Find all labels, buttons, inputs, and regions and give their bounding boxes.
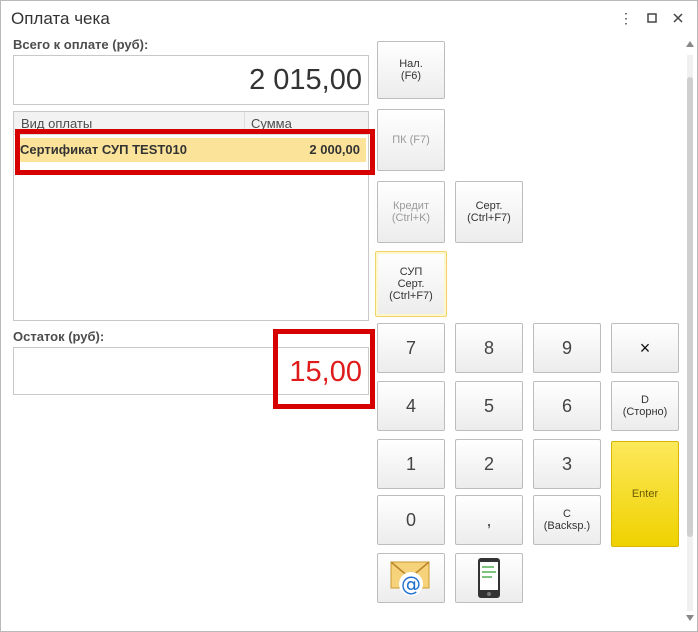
phone-button[interactable]	[455, 553, 523, 603]
key-6[interactable]: 6	[533, 381, 601, 431]
key-1[interactable]: 1	[377, 439, 445, 489]
email-at-icon: @	[390, 561, 430, 596]
maximize-icon[interactable]	[643, 9, 661, 27]
cash-button[interactable]: Нал. (F6)	[377, 41, 445, 99]
total-label: Всего к оплате (руб):	[13, 37, 149, 52]
clear-button[interactable]: ×	[611, 323, 679, 373]
enter-button[interactable]: Enter	[611, 441, 679, 547]
scroll-down-icon[interactable]	[686, 615, 694, 621]
annotation-box-row	[15, 129, 375, 175]
title-bar: Оплата чека ⋮	[1, 1, 697, 37]
vertical-scrollbar[interactable]	[685, 37, 695, 629]
mobile-phone-icon	[478, 558, 500, 598]
key-9[interactable]: 9	[533, 323, 601, 373]
card-button[interactable]: ПК (F7)	[377, 109, 445, 171]
svg-text:@: @	[401, 572, 421, 596]
key-comma[interactable]: ,	[455, 495, 523, 545]
total-field[interactable]: 2 015,00	[13, 55, 369, 105]
key-7[interactable]: 7	[377, 323, 445, 373]
scroll-thumb[interactable]	[687, 77, 693, 537]
dialog-title: Оплата чека	[11, 9, 110, 28]
key-2[interactable]: 2	[455, 439, 523, 489]
cert-button[interactable]: Серт. (Ctrl+F7)	[455, 181, 523, 243]
email-button[interactable]: @	[377, 553, 445, 603]
key-3[interactable]: 3	[533, 439, 601, 489]
key-5[interactable]: 5	[455, 381, 523, 431]
remainder-label: Остаток (руб):	[13, 329, 105, 344]
key-8[interactable]: 8	[455, 323, 523, 373]
total-value: 2 015,00	[249, 64, 362, 96]
payment-dialog: Оплата чека ⋮ Всего к оплате (руб): 2 01…	[0, 0, 698, 632]
annotation-box-remainder	[273, 329, 375, 409]
credit-button[interactable]: Кредит (Ctrl+K)	[377, 181, 445, 243]
backspace-button[interactable]: C (Backsp.)	[533, 495, 601, 545]
key-0[interactable]: 0	[377, 495, 445, 545]
storno-button[interactable]: D (Сторно)	[611, 381, 679, 431]
key-4[interactable]: 4	[377, 381, 445, 431]
scroll-up-icon[interactable]	[686, 41, 694, 47]
sup-cert-button[interactable]: СУП Серт. (Ctrl+F7)	[375, 251, 447, 317]
kebab-menu-icon[interactable]: ⋮	[617, 9, 635, 27]
close-icon[interactable]	[669, 9, 687, 27]
